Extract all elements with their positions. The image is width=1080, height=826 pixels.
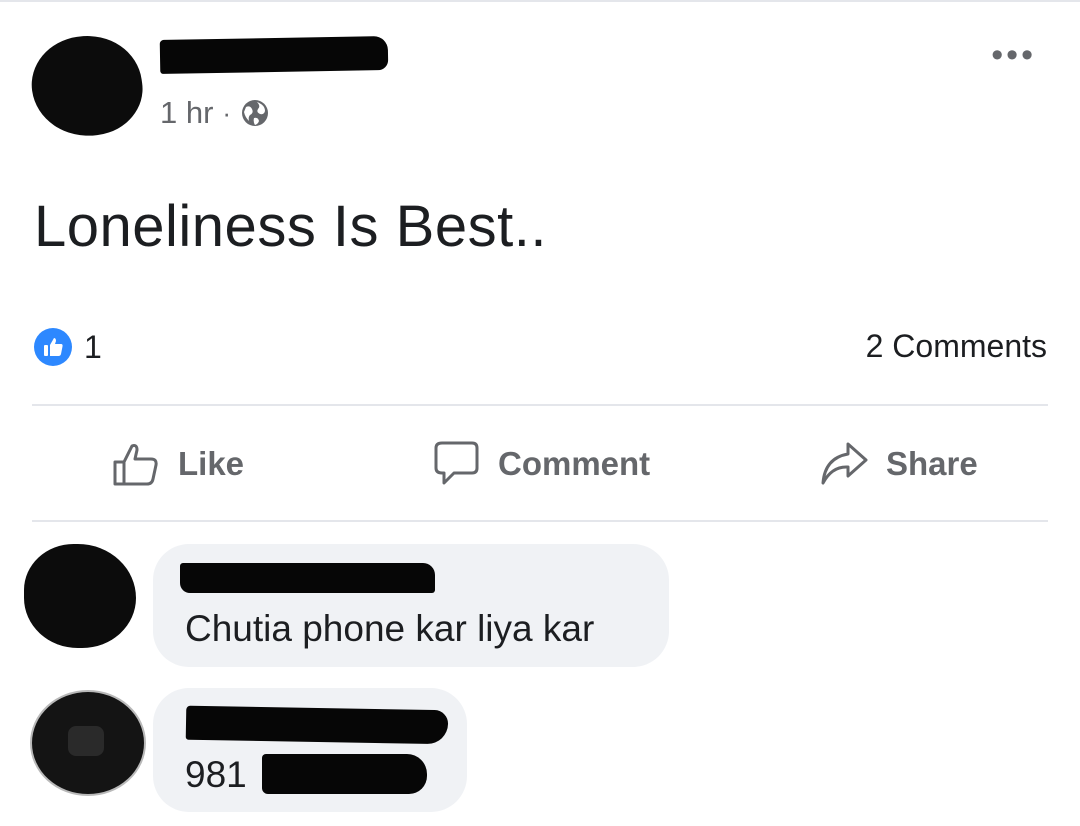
- comment-label: Comment: [498, 445, 651, 482]
- post-time[interactable]: 1 hr: [160, 95, 213, 131]
- phone-number-redacted: [262, 754, 427, 794]
- reactions-summary[interactable]: 1: [34, 328, 102, 366]
- post-text: Loneliness Is Best..: [34, 194, 547, 259]
- thumbs-up-icon: [44, 338, 63, 356]
- comment-text: 981: [185, 754, 247, 795]
- commenter-avatar[interactable]: [30, 690, 146, 796]
- share-label: Share: [886, 445, 978, 482]
- like-label: Like: [178, 445, 245, 482]
- post-author-name-redacted[interactable]: [159, 36, 389, 74]
- divider: [32, 404, 1048, 406]
- globe-icon: [242, 100, 269, 126]
- reaction-count: 1: [84, 328, 102, 365]
- commenter-avatar[interactable]: [24, 544, 136, 648]
- meta-separator: ·: [222, 97, 232, 128]
- comment-button[interactable]: Comment: [430, 436, 650, 492]
- like-button[interactable]: Like: [110, 436, 244, 492]
- commenter-name-redacted[interactable]: [180, 563, 435, 593]
- post-author-avatar[interactable]: [25, 28, 149, 144]
- comments-count-link[interactable]: 2 Comments: [866, 328, 1047, 365]
- divider: [32, 520, 1048, 522]
- post-meta: 1 hr ·: [160, 93, 270, 133]
- thumbs-up-outline-icon: [113, 444, 158, 486]
- commenter-name-redacted[interactable]: [185, 705, 449, 745]
- share-button[interactable]: Share: [818, 436, 978, 492]
- share-arrow-icon: [821, 442, 868, 485]
- more-options-icon[interactable]: •••: [991, 38, 1036, 72]
- comment-text: Chutia phone kar liya kar: [185, 608, 595, 649]
- top-border: [0, 0, 1080, 2]
- comment-bubble-icon: [434, 441, 479, 485]
- like-reaction-icon: [34, 328, 72, 366]
